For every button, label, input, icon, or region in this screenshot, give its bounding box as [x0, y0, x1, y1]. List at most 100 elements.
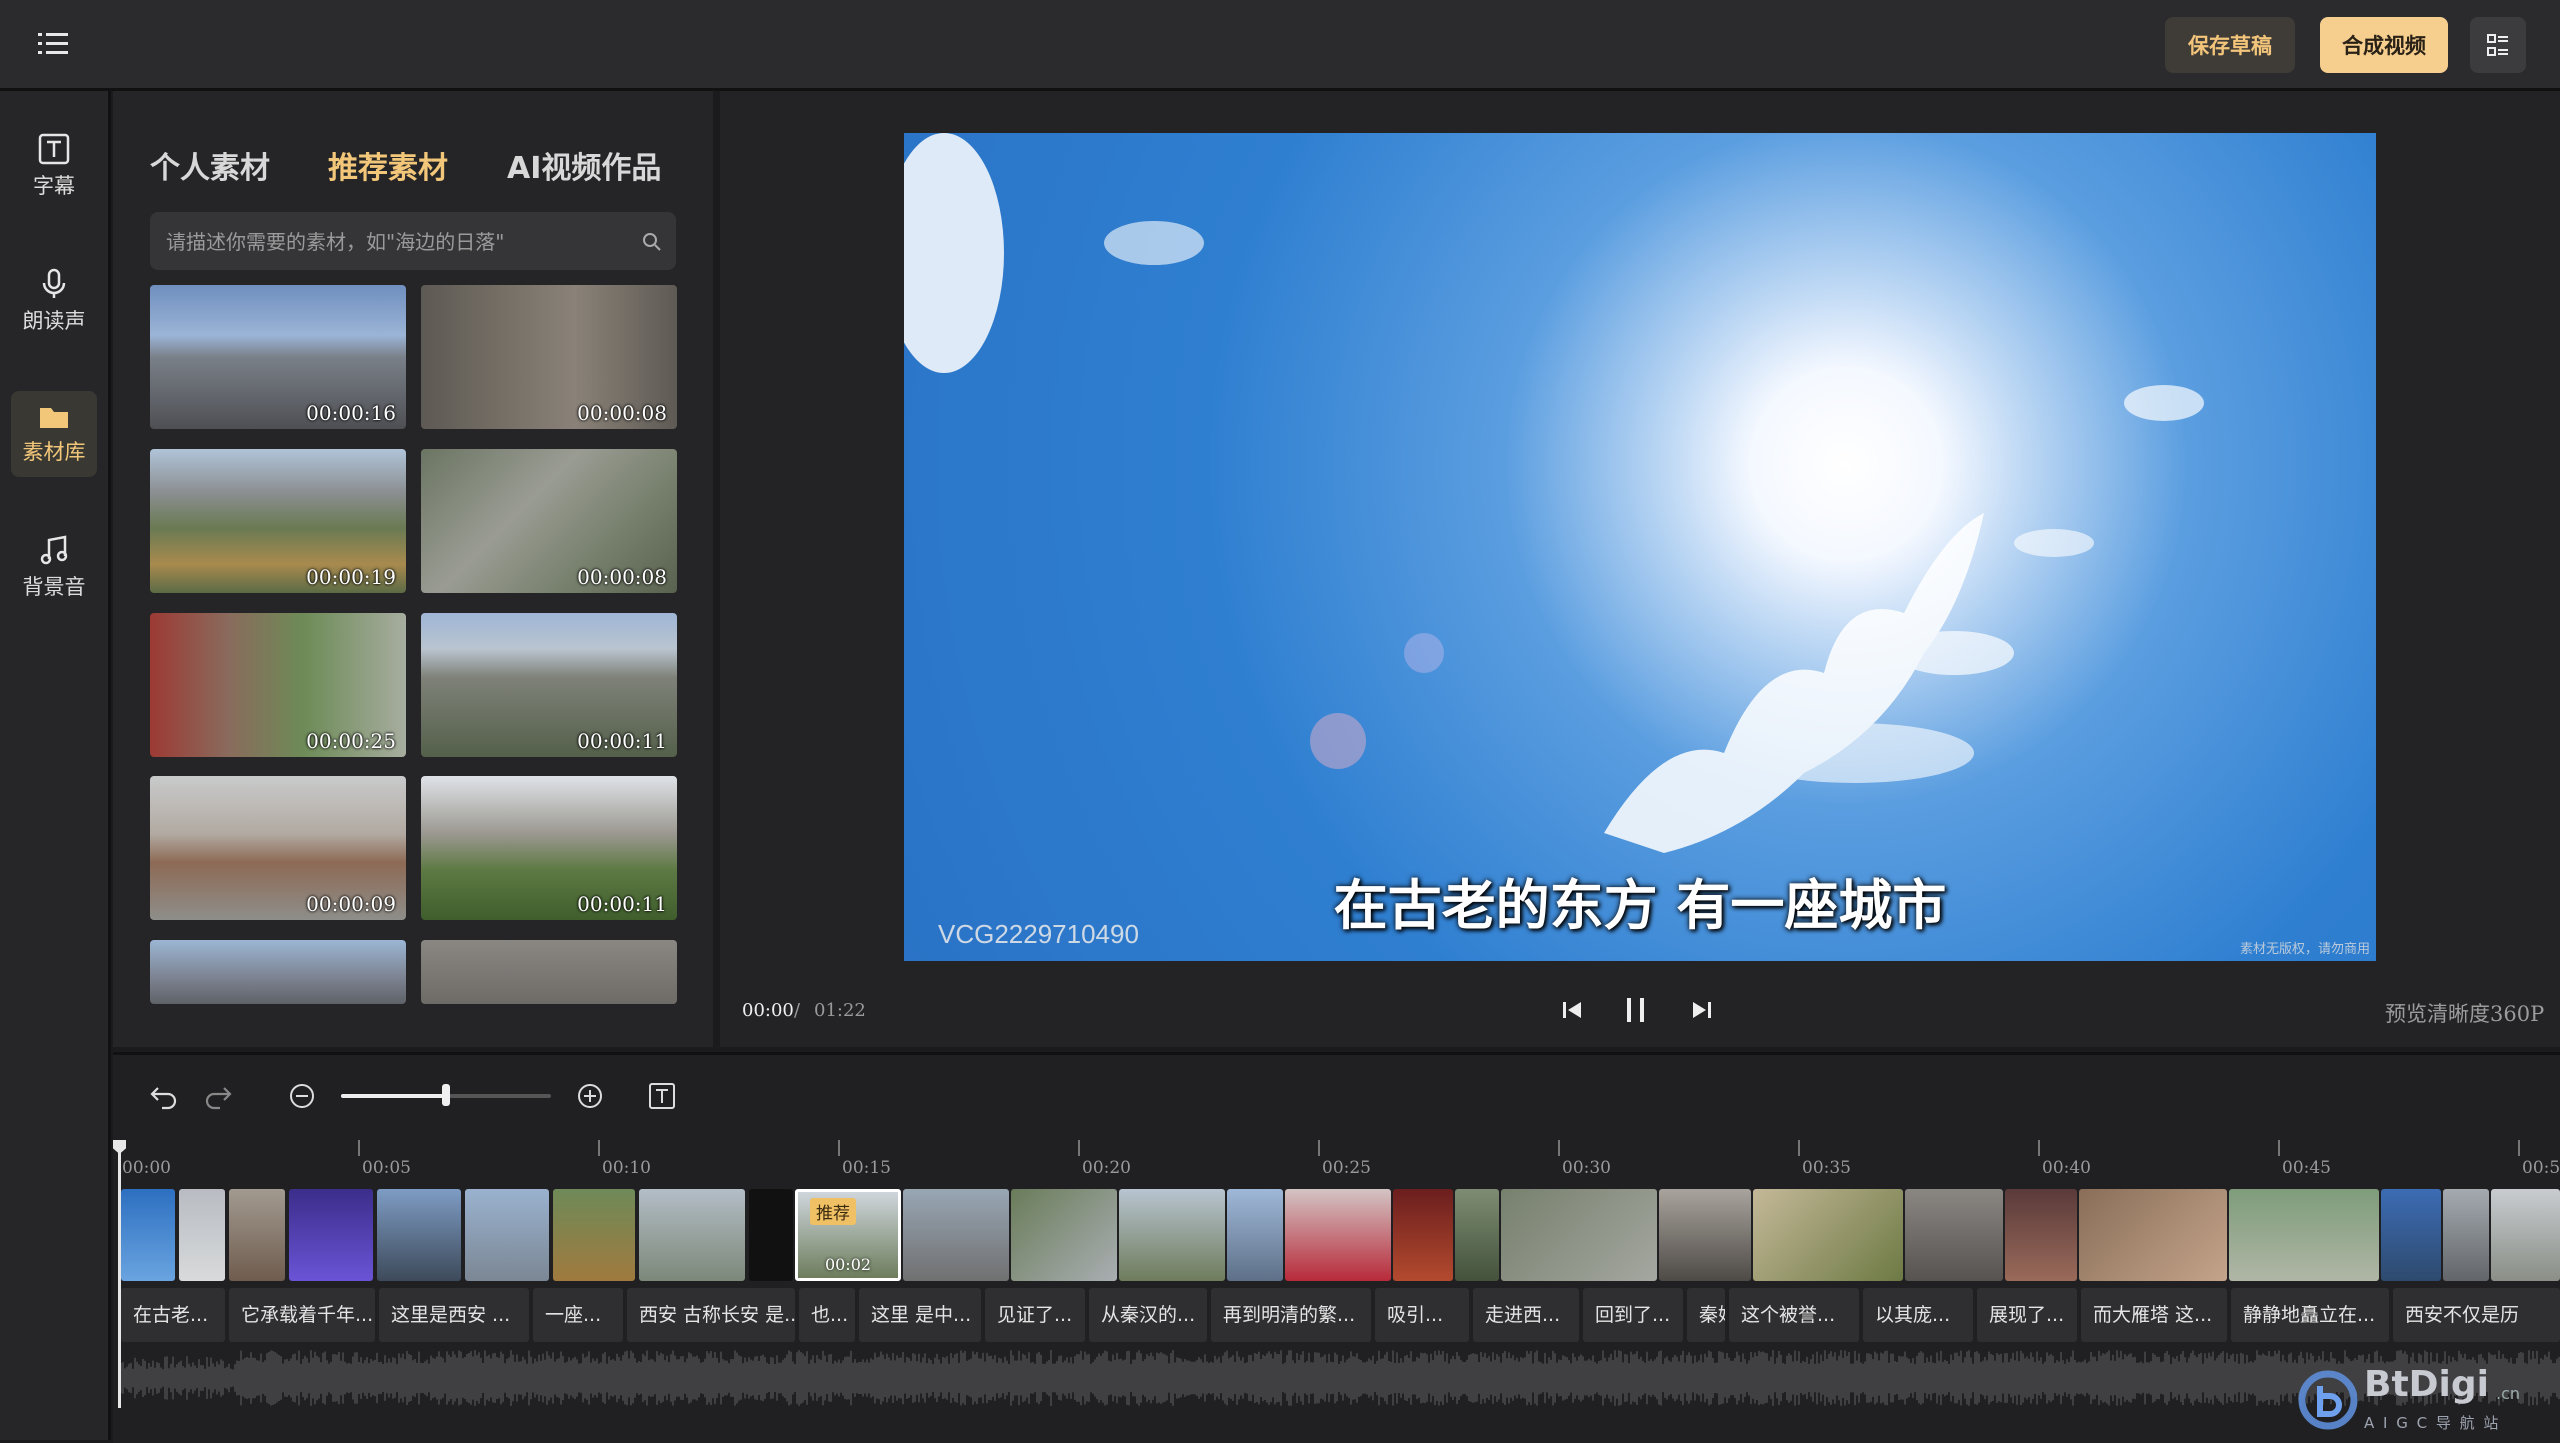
subtitle-segment[interactable]: 再到明清的繁...	[1211, 1288, 1371, 1342]
rail-item-library[interactable]: 素材库	[11, 391, 97, 477]
timeline-ruler[interactable]: 00:00 00:05 00:10 00:15 00:20 00:25 00:3…	[118, 1140, 2560, 1180]
undo-icon	[150, 1087, 177, 1110]
material-thumb[interactable]: 00:00:08	[421, 449, 677, 593]
pause-button[interactable]	[1614, 990, 1658, 1030]
video-clip[interactable]	[289, 1189, 373, 1281]
thumb-duration: 00:00:25	[306, 729, 396, 753]
rail-item-label: 朗读声	[22, 309, 86, 333]
subtitle-segment[interactable]: 也...	[799, 1288, 855, 1342]
video-clip[interactable]	[1393, 1189, 1453, 1281]
skip-previous-icon	[1563, 1002, 1581, 1018]
video-clip[interactable]	[1119, 1189, 1225, 1281]
zoom-slider-handle[interactable]	[442, 1084, 450, 1106]
video-clip[interactable]	[121, 1189, 175, 1281]
subtitle-segment[interactable]: 在古老...	[121, 1288, 225, 1342]
tab-personal[interactable]: 个人素材	[150, 143, 270, 187]
material-thumb[interactable]: 00:00:08	[421, 285, 677, 429]
subtitle-segment[interactable]: 一座...	[533, 1288, 623, 1342]
logo-tagline: A I G C 导 航 站	[2364, 1414, 2501, 1432]
layout-toggle-button[interactable]	[2470, 17, 2526, 73]
subtitle-segment[interactable]: 见证了...	[985, 1288, 1085, 1342]
video-watermark: VCG2229710490	[938, 919, 1139, 949]
zoom-in-button[interactable]	[572, 1078, 608, 1114]
previous-button[interactable]	[1550, 990, 1594, 1030]
redo-icon	[205, 1087, 232, 1110]
material-thumb[interactable]	[421, 940, 677, 1004]
ruler-tick	[358, 1140, 360, 1156]
audio-track[interactable]	[120, 1348, 2560, 1408]
subtitle-segment[interactable]: 它承载着千年...	[229, 1288, 375, 1342]
material-thumb[interactable]: 00:00:16	[150, 285, 406, 429]
rail-item-bgm[interactable]: 背景音	[11, 524, 97, 610]
video-clip[interactable]	[377, 1189, 461, 1281]
subtitle-segment[interactable]: 这个被誉...	[1729, 1288, 1859, 1342]
video-clip-selected[interactable]: 推荐 00:02	[795, 1189, 901, 1281]
undo-button[interactable]	[146, 1078, 182, 1114]
video-clip[interactable]	[1659, 1189, 1751, 1281]
preview-quality[interactable]: 预览清晰度360P	[2385, 998, 2544, 1028]
rail-item-label: 背景音	[22, 575, 86, 599]
video-clip[interactable]	[2443, 1189, 2489, 1281]
video-clip[interactable]	[465, 1189, 549, 1281]
material-thumb[interactable]: 00:00:09	[150, 776, 406, 920]
video-clip[interactable]	[179, 1189, 225, 1281]
ruler-label: 00:20	[1082, 1158, 1131, 1178]
subtitle-segment[interactable]: 静静地矗立在...	[2231, 1288, 2389, 1342]
video-clip[interactable]	[2229, 1189, 2379, 1281]
redo-button[interactable]	[200, 1078, 236, 1114]
rail-item-voice[interactable]: 朗读声	[11, 258, 97, 344]
left-rail: 字幕 朗读声 素材库 背景音	[0, 91, 111, 1440]
rail-item-subtitle[interactable]: 字幕	[11, 123, 97, 209]
current-time: 00:00	[742, 1000, 794, 1021]
subtitle-segment[interactable]: 这里是西安 ...	[379, 1288, 529, 1342]
video-clip[interactable]	[1753, 1189, 1903, 1281]
material-thumb[interactable]: 00:00:11	[421, 776, 677, 920]
video-clip[interactable]	[1011, 1189, 1117, 1281]
subtitle-segment[interactable]: 从秦汉的...	[1089, 1288, 1207, 1342]
video-clip[interactable]	[2381, 1189, 2441, 1281]
subtitle-segment[interactable]: 吸引...	[1375, 1288, 1469, 1342]
video-clip[interactable]	[2005, 1189, 2077, 1281]
video-clip[interactable]	[2491, 1189, 2560, 1281]
ruler-tick	[1798, 1140, 1800, 1156]
video-clip[interactable]	[1905, 1189, 2003, 1281]
video-clip[interactable]	[1285, 1189, 1391, 1281]
material-thumb[interactable]: 00:00:11	[421, 613, 677, 757]
next-button[interactable]	[1680, 990, 1724, 1030]
playhead[interactable]	[118, 1142, 121, 1408]
top-bar: 保存草稿 合成视频	[0, 0, 2560, 91]
ruler-label: 00:00	[122, 1158, 171, 1178]
video-clip[interactable]	[1227, 1189, 1283, 1281]
subtitle-segment[interactable]: 西安 古称长安 是...	[627, 1288, 795, 1342]
subtitle-segment[interactable]: 这里 是中...	[859, 1288, 981, 1342]
add-text-button[interactable]	[644, 1078, 680, 1114]
menu-icon[interactable]	[36, 26, 72, 62]
zoom-out-button[interactable]	[284, 1078, 320, 1114]
subtitle-segment[interactable]: 展现了...	[1977, 1288, 2077, 1342]
subtitle-segment[interactable]: 秦始	[1687, 1288, 1725, 1342]
search-icon[interactable]	[642, 232, 662, 252]
video-clip[interactable]	[553, 1189, 635, 1281]
subtitle-segment[interactable]: 走进西...	[1473, 1288, 1579, 1342]
search-input[interactable]	[164, 212, 628, 272]
video-clip[interactable]	[2079, 1189, 2227, 1281]
compose-video-button[interactable]: 合成视频	[2320, 17, 2448, 73]
video-clip[interactable]	[903, 1189, 1009, 1281]
video-preview[interactable]: 在古老的东方 有一座城市 VCG2229710490 素材无版权，请勿商用	[904, 133, 2376, 961]
tab-recommended[interactable]: 推荐素材	[328, 143, 448, 187]
save-draft-button[interactable]: 保存草稿	[2165, 17, 2295, 73]
video-clip[interactable]	[229, 1189, 285, 1281]
material-thumb[interactable]	[150, 940, 406, 1004]
subtitle-segment[interactable]: 以其庞...	[1863, 1288, 1973, 1342]
material-thumb[interactable]: 00:00:25	[150, 613, 406, 757]
ruler-label: 00:45	[2282, 1158, 2331, 1178]
material-thumb[interactable]: 00:00:19	[150, 449, 406, 593]
subtitle-segment[interactable]: 西安不仅是历	[2393, 1288, 2560, 1342]
video-clip[interactable]	[639, 1189, 745, 1281]
subtitle-segment[interactable]: 回到了...	[1583, 1288, 1683, 1342]
tab-ai-video[interactable]: AI视频作品	[507, 143, 661, 187]
video-clip[interactable]	[749, 1189, 793, 1281]
video-clip[interactable]	[1455, 1189, 1499, 1281]
video-clip[interactable]	[1501, 1189, 1657, 1281]
subtitle-segment[interactable]: 而大雁塔 这...	[2081, 1288, 2227, 1342]
